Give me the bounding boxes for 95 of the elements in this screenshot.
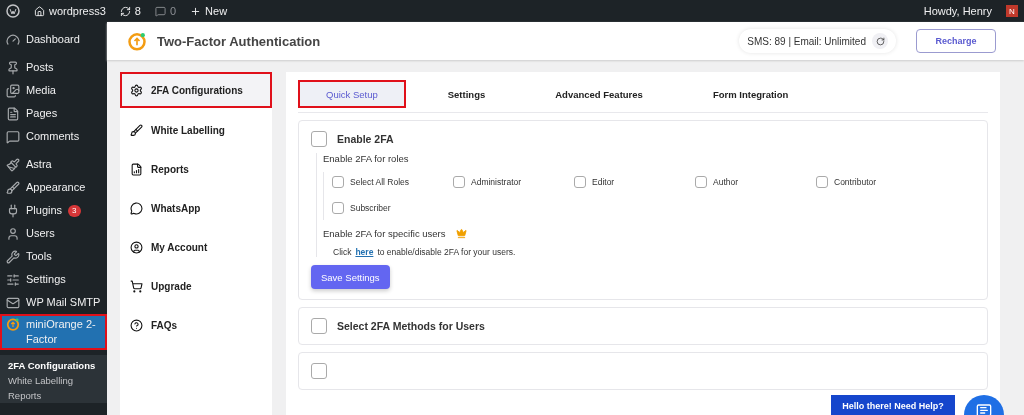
checkbox[interactable] xyxy=(695,176,707,188)
role-label: Select All Roles xyxy=(350,177,410,187)
report-icon xyxy=(130,163,143,176)
role-label: Author xyxy=(713,177,739,187)
updates-link[interactable]: 8 xyxy=(119,5,141,17)
menu-item[interactable]: Users xyxy=(0,222,107,245)
menu-item[interactable]: Dashboard xyxy=(0,28,107,51)
nav-item[interactable]: FAQs xyxy=(120,306,272,345)
menu-item[interactable]: Media xyxy=(0,79,107,102)
role-label: Editor xyxy=(592,177,615,187)
greeting-link[interactable]: Howdy, Henry xyxy=(923,5,992,17)
plugin-logo-icon xyxy=(6,317,20,331)
tab[interactable]: Advanced Features xyxy=(527,80,671,108)
tab[interactable]: Form Integration xyxy=(684,80,817,108)
checkbox[interactable] xyxy=(311,131,327,147)
help-icon xyxy=(130,319,143,332)
menu-item[interactable]: Posts xyxy=(0,56,107,79)
tab[interactable]: Quick Setup xyxy=(298,80,406,108)
media-icon xyxy=(6,83,20,98)
home-icon xyxy=(34,5,45,17)
wordpress-logo-icon[interactable] xyxy=(6,4,20,18)
tab[interactable]: Settings xyxy=(419,80,514,108)
count-badge: 3 xyxy=(68,204,81,217)
role-label: Administrator xyxy=(471,177,522,187)
avatar[interactable]: N xyxy=(1006,5,1018,17)
plug-icon xyxy=(6,203,20,218)
gauge-icon xyxy=(6,32,20,47)
refresh-icon xyxy=(119,5,131,17)
role-checkbox[interactable]: Editor xyxy=(574,176,695,188)
submenu-item[interactable]: White Labelling xyxy=(0,373,107,388)
pin-icon xyxy=(6,60,20,75)
role-label: Subscriber xyxy=(350,203,391,213)
checkbox[interactable] xyxy=(332,202,344,214)
comment-icon xyxy=(6,129,20,144)
wrench-icon xyxy=(6,249,20,264)
plugin-logo-icon xyxy=(127,31,147,51)
nav-item[interactable]: Upgrade xyxy=(120,267,272,306)
submenu-item[interactable]: 2FA Configurations xyxy=(0,358,107,373)
nav-item[interactable]: Reports xyxy=(120,150,272,189)
page-title: Two-Factor Authentication xyxy=(157,33,321,49)
recharge-button[interactable]: Recharge xyxy=(916,29,996,53)
comments-link[interactable]: 0 xyxy=(155,5,177,17)
new-link[interactable]: New xyxy=(190,5,228,17)
menu-item[interactable]: WP Mail SMTP xyxy=(0,291,107,314)
chat-icon xyxy=(976,403,992,415)
menu-item[interactable]: Settings xyxy=(0,268,107,291)
mail-icon xyxy=(6,295,20,310)
checkbox[interactable] xyxy=(311,318,327,334)
section-heading: Enable 2FA for roles xyxy=(323,153,410,164)
site-link[interactable]: wordpress3 xyxy=(34,5,106,17)
comment-icon xyxy=(155,5,166,17)
section-heading: Enable 2FA for specific users xyxy=(323,228,446,239)
credits-pill: SMS: 89 | Email: Unlimited xyxy=(739,29,896,53)
account-icon xyxy=(130,241,143,254)
help-text: Click here to enable/disable 2FA for your users. xyxy=(332,247,517,257)
checkbox[interactable] xyxy=(332,176,344,188)
menu-item[interactable]: Comments xyxy=(0,125,107,148)
chat-bubble-icon xyxy=(130,202,143,215)
checkbox[interactable] xyxy=(453,176,465,188)
nav-item[interactable]: My Account xyxy=(120,228,272,267)
nav-item[interactable]: White Labelling xyxy=(120,111,272,150)
submenu-item[interactable]: Reports xyxy=(0,388,107,403)
save-settings-button[interactable]: Save Settings xyxy=(311,265,390,289)
brush-icon xyxy=(6,180,20,195)
role-checkbox[interactable]: Author xyxy=(695,176,816,188)
here-link[interactable]: here xyxy=(355,247,374,257)
plus-icon xyxy=(190,5,202,17)
refresh-icon[interactable] xyxy=(872,33,888,49)
checkbox[interactable] xyxy=(574,176,586,188)
settings-icon xyxy=(6,272,20,287)
role-label: Contributor xyxy=(834,177,877,187)
brush-icon xyxy=(130,124,143,137)
menu-item[interactable]: Pages xyxy=(0,102,107,125)
card-title: Select 2FA Methods for Users xyxy=(337,320,485,332)
menu-item[interactable]: miniOrange 2-Factor xyxy=(0,314,107,350)
role-checkbox[interactable]: Administrator xyxy=(453,176,574,188)
menu-item[interactable]: Plugins 3 xyxy=(0,199,107,222)
checkbox[interactable] xyxy=(816,176,828,188)
settings-icon xyxy=(130,83,143,97)
role-checkbox[interactable]: Contributor xyxy=(816,176,937,188)
cart-icon xyxy=(130,280,143,293)
crown-icon xyxy=(455,228,467,239)
menu-item[interactable]: Tools xyxy=(0,245,107,268)
menu-item[interactable]: Appearance xyxy=(0,176,107,199)
page-icon xyxy=(6,106,20,121)
role-checkbox[interactable]: Select All Roles xyxy=(332,176,453,188)
menu-item[interactable]: Astra xyxy=(0,153,107,176)
checkbox[interactable] xyxy=(311,363,327,379)
nav-item[interactable]: 2FA Configurations xyxy=(120,72,272,108)
help-banner[interactable]: Hello there! Need Help? xyxy=(831,395,955,415)
user-icon xyxy=(6,226,20,241)
card-title: Enable 2FA xyxy=(337,133,394,145)
nav-item[interactable]: WhatsApp xyxy=(120,189,272,228)
brush-icon xyxy=(6,157,20,172)
role-checkbox[interactable]: Subscriber xyxy=(332,202,453,214)
